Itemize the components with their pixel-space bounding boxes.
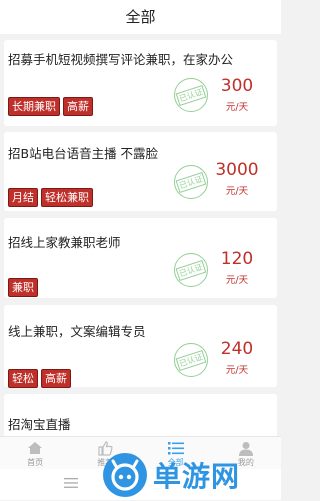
job-card[interactable]: 线上兼职，文案编辑专员 轻松 高薪 已认证 240 元/天	[4, 305, 277, 388]
job-card[interactable]: 招线上家教兼职老师 兼职 已认证 120 元/天	[4, 218, 277, 298]
job-price-unit: 元/天	[225, 275, 249, 286]
page-header: 全部	[0, 0, 281, 34]
watermark: 单游网	[103, 452, 278, 498]
job-title: 招淘宝直播	[8, 417, 71, 432]
verified-stamp-icon: 已认证	[174, 78, 208, 112]
job-card[interactable]: 招募手机短视频撰写评论兼职，在家办公 长期兼职 高薪 已认证 300 元/天	[4, 40, 277, 126]
job-tag: 轻松兼职	[41, 188, 93, 207]
job-card[interactable]: 招淘宝直播	[4, 394, 277, 438]
job-tag: 长期兼职	[8, 97, 60, 116]
tab-home[interactable]: 首页	[0, 437, 70, 470]
job-tag: 兼职	[8, 278, 38, 297]
job-tags: 月结 轻松兼职	[8, 188, 93, 207]
verified-stamp-icon: 已认证	[174, 253, 208, 287]
job-tags: 轻松 高薪	[8, 369, 71, 388]
watermark-text: 单游网	[153, 460, 241, 493]
menu-icon[interactable]	[64, 477, 78, 489]
job-tags: 长期兼职 高薪	[8, 97, 93, 116]
job-tag: 高薪	[41, 369, 71, 388]
job-tags: 兼职	[8, 278, 38, 297]
verified-stamp-icon: 已认证	[174, 343, 208, 377]
job-price: 240	[220, 339, 254, 359]
job-price-unit: 元/天	[225, 186, 249, 197]
job-card[interactable]: 招B站电台语音主播 不露脸 月结 轻松兼职 已认证 3000 元/天	[4, 132, 277, 211]
job-tag: 月结	[8, 188, 38, 207]
job-price: 3000	[215, 160, 259, 180]
job-price: 300	[220, 76, 254, 96]
tab-label: 首页	[27, 458, 44, 467]
job-tag: 轻松	[8, 369, 38, 388]
job-price-unit: 元/天	[225, 365, 249, 376]
watermark-logo-icon	[103, 453, 147, 497]
verified-stamp-icon: 已认证	[174, 165, 208, 199]
job-title: 招募手机短视频撰写评论兼职，在家办公	[8, 52, 234, 67]
job-price-unit: 元/天	[225, 102, 249, 113]
home-icon	[0, 440, 70, 456]
job-tag: 高薪	[63, 97, 93, 116]
job-price: 120	[220, 249, 254, 269]
page-title: 全部	[125, 8, 156, 26]
